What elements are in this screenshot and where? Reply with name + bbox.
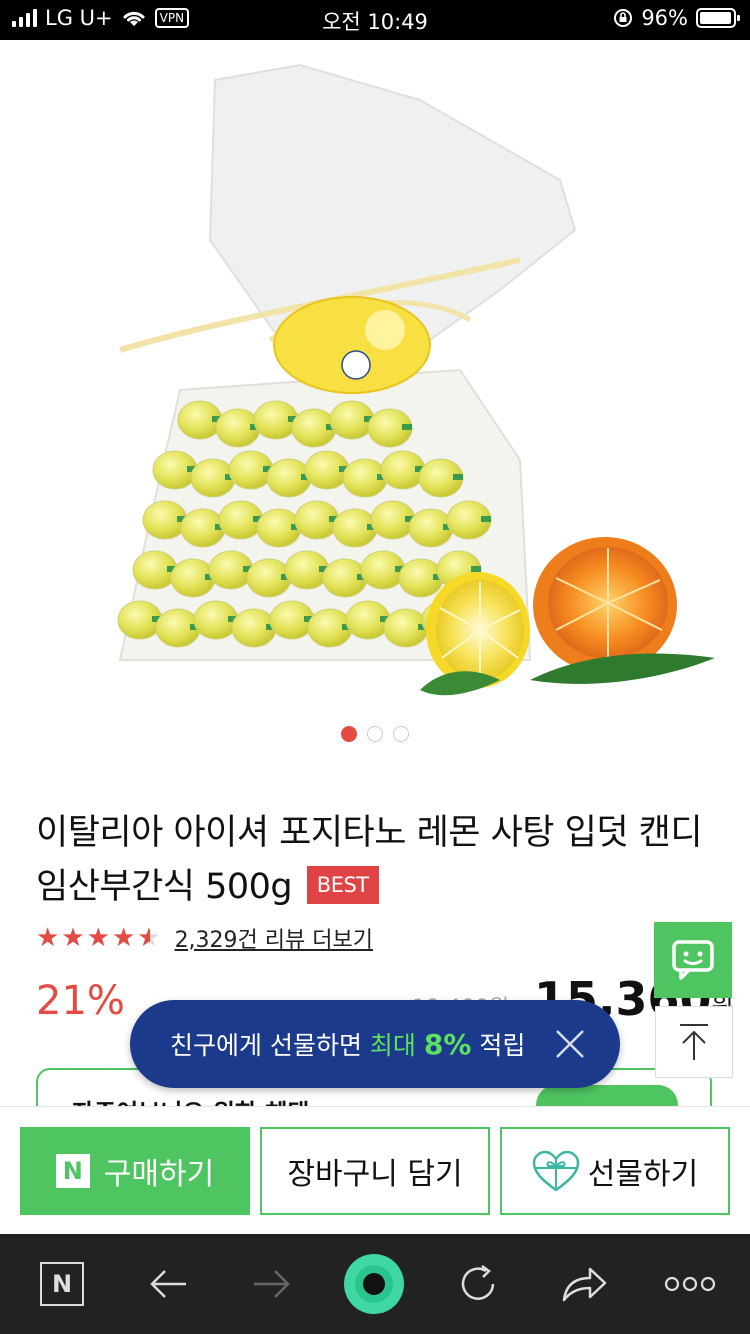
gift-button[interactable]: 선물하기 — [500, 1127, 730, 1215]
share-button[interactable] — [556, 1256, 612, 1312]
candy-wrapper-mark — [481, 516, 491, 522]
naver-pay-badge: N — [55, 1154, 90, 1188]
arrow-up-icon — [680, 1024, 708, 1060]
toast-text-percent: 8% — [423, 1027, 472, 1061]
toast-text-prefix: 친구에게 선물하면 — [170, 1031, 370, 1060]
rating-row: ★ ★ ★ ★ ★ 2,329건 리뷰 더보기 — [36, 922, 373, 954]
chat-icon — [672, 940, 714, 980]
battery-level — [700, 12, 731, 24]
star-icon: ★ — [111, 923, 136, 953]
purchase-action-bar: N 구매하기 장바구니 담기 선물하기 — [0, 1106, 750, 1235]
status-bar: LG U+ VPN 오전 10:49 96% — [0, 0, 750, 40]
carousel-dot[interactable] — [367, 726, 383, 742]
refresh-button[interactable] — [450, 1256, 506, 1312]
more-icon — [664, 1276, 716, 1292]
best-badge: BEST — [306, 866, 379, 904]
forward-button[interactable] — [244, 1256, 300, 1312]
leaf — [530, 653, 715, 684]
refresh-icon — [461, 1264, 495, 1300]
star-icon: ★ — [86, 923, 110, 953]
review-link[interactable]: 2,329건 리뷰 더보기 — [175, 922, 373, 954]
more-menu-button[interactable] — [660, 1256, 720, 1312]
star-icon: ★ — [61, 923, 85, 953]
battery-percent: 96% — [641, 6, 688, 30]
talk-chat-button[interactable] — [654, 922, 732, 998]
bag-plastic — [208, 63, 577, 341]
arrow-right-icon — [254, 1270, 290, 1298]
share-icon — [562, 1267, 607, 1302]
candy-wrapper-mark — [402, 424, 412, 430]
scroll-top-button[interactable] — [655, 1006, 733, 1078]
back-button[interactable] — [140, 1256, 196, 1312]
product-image[interactable] — [0, 40, 750, 720]
rotation-lock-icon — [614, 9, 633, 27]
toast-text-suffix: 적립 — [471, 1031, 526, 1060]
candy-wrapper-mark — [471, 566, 481, 572]
browser-toolbar: N — [0, 1234, 750, 1334]
arrow-left-icon — [150, 1270, 186, 1298]
star-rating: ★ ★ ★ ★ ★ — [36, 923, 161, 953]
buy-button[interactable]: N 구매하기 — [20, 1127, 250, 1215]
star-icon: ★ — [36, 923, 60, 953]
add-to-cart-button[interactable]: 장바구니 담기 — [260, 1127, 490, 1215]
gift-button-label: 선물하기 — [587, 1157, 699, 1192]
carousel-dot[interactable] — [393, 726, 409, 742]
close-icon[interactable] — [554, 1028, 586, 1060]
product-title: 이탈리아 아이셔 포지타노 레몬 사탕 입덧 캔디 임산부간식 500g BES… — [36, 806, 726, 914]
half-star-icon: ★ — [137, 923, 161, 953]
battery-icon — [696, 8, 740, 28]
cart-button-label: 장바구니 담기 — [287, 1157, 463, 1192]
carousel-dots — [0, 726, 750, 742]
gift-heart-icon — [532, 1150, 580, 1192]
buy-button-label: 구매하기 — [103, 1157, 215, 1192]
toast-text-highlight: 최대 — [369, 1031, 424, 1060]
candy-wrapper-mark — [453, 474, 463, 480]
green-dot-icon — [344, 1254, 404, 1314]
status-right: 96% — [613, 6, 740, 30]
discount-rate: 21% — [36, 978, 125, 1024]
green-dot-button[interactable] — [344, 1254, 404, 1314]
naver-home-button[interactable]: N — [34, 1256, 90, 1312]
carousel-dot[interactable] — [341, 726, 357, 742]
gift-promo-toast[interactable]: 친구에게 선물하면 최대 8% 적립 — [130, 1000, 620, 1088]
naver-home-icon: N — [40, 1262, 84, 1306]
